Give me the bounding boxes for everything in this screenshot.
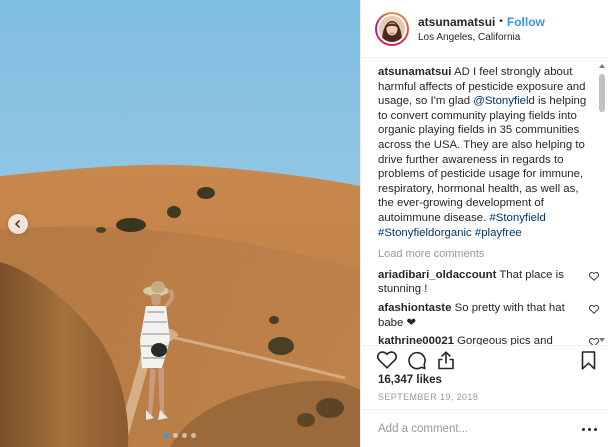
post-caption: atsunamatsui AD I feel strongly about ha… (378, 65, 591, 240)
header-text: atsunamatsui • Follow Los Angeles, Calif… (418, 15, 545, 43)
bookmark-icon[interactable] (581, 351, 596, 370)
instagram-post: atsunamatsui • Follow Los Angeles, Calif… (0, 0, 608, 447)
avatar-story-ring[interactable] (375, 11, 409, 46)
caption-username[interactable]: atsunamatsui (378, 66, 451, 78)
avatar (377, 13, 407, 44)
hillside-photo (0, 0, 360, 447)
carousel-dot (164, 433, 169, 438)
comment-input[interactable] (378, 422, 548, 435)
dot (588, 428, 591, 431)
comment-item: kathrine00021 Gorgeous pics and thanks f… (378, 334, 599, 345)
caret-down-icon (599, 338, 605, 342)
caption-mention-link[interactable]: @Stonyfield (473, 95, 535, 107)
comments-scrollbar[interactable] (598, 62, 606, 344)
comment-username[interactable]: kathrine00021 (378, 335, 454, 345)
comment-username[interactable]: ariadibari_oldaccount (378, 269, 496, 281)
more-options-button[interactable] (582, 428, 597, 431)
hashtag-link[interactable]: #playfree (475, 227, 522, 239)
comment-item: afashiontaste So pretty with that hat ba… (378, 301, 599, 330)
carousel-dot (182, 433, 187, 438)
carousel-prev-button[interactable] (8, 214, 28, 234)
header-title-line: atsunamatsui • Follow (418, 15, 545, 29)
share-icon[interactable] (437, 351, 455, 370)
post-username[interactable]: atsunamatsui (418, 15, 495, 29)
post-location[interactable]: Los Angeles, California (418, 32, 545, 43)
likes-count[interactable]: 16,347 likes (378, 374, 442, 386)
carousel-dot (173, 433, 178, 438)
post-actions (361, 345, 608, 375)
post-photo[interactable] (0, 0, 360, 447)
post-header: atsunamatsui • Follow Los Angeles, Calif… (361, 0, 608, 58)
carousel-dot (191, 433, 196, 438)
profile-picture (379, 15, 405, 42)
scroll-up-arrow[interactable] (598, 62, 606, 70)
scroll-down-arrow[interactable] (598, 336, 606, 344)
comment-icon[interactable] (407, 351, 426, 370)
hashtag-link[interactable]: #Stonyfield (489, 212, 545, 224)
chevron-left-icon (15, 220, 20, 228)
header-separator: • (499, 16, 503, 27)
heart-icon[interactable] (377, 351, 397, 369)
dot (582, 428, 585, 431)
carousel-indicator (0, 433, 360, 438)
post-sidebar: atsunamatsui • Follow Los Angeles, Calif… (360, 0, 608, 447)
scrollbar-thumb[interactable] (599, 74, 605, 112)
add-comment-bar (361, 409, 608, 447)
post-date: SEPTEMBER 19, 2018 (378, 392, 479, 402)
load-more-comments-button[interactable]: Load more comments (378, 247, 591, 262)
hashtag-link[interactable]: #Stonyfieldorganic (378, 227, 472, 239)
caption-text-part-2: is helping to convert community playing … (378, 95, 587, 224)
dot (594, 428, 597, 431)
comment-username[interactable]: afashiontaste (378, 302, 451, 314)
comment-item: ariadibari_oldaccount That place is stun… (378, 268, 599, 297)
comments-area[interactable]: atsunamatsui AD I feel strongly about ha… (361, 59, 608, 345)
follow-button[interactable]: Follow (507, 15, 545, 29)
caret-up-icon (599, 64, 605, 68)
